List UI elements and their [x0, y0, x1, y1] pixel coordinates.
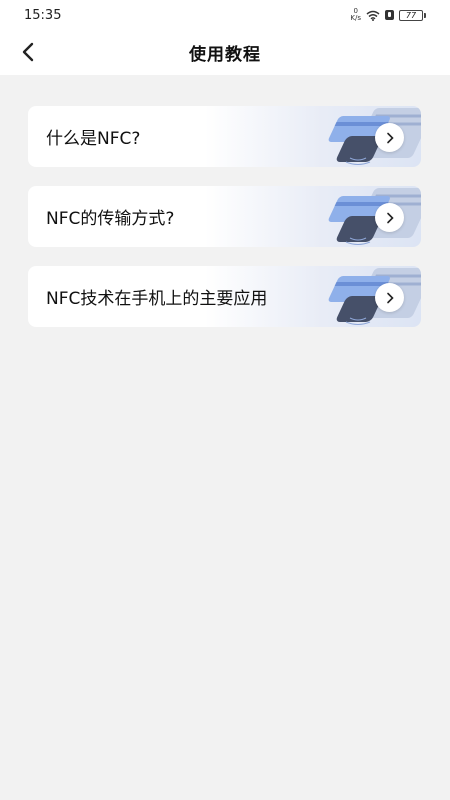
status-icons: 0 K/s 77: [350, 8, 426, 22]
battery-icon: 77: [399, 9, 426, 21]
tutorial-list: 什么是NFC? NFC的传输方式? NFC技术在手机上的主要应用: [28, 106, 421, 346]
page-title: 使用教程: [189, 45, 261, 65]
tutorial-card-nfc-phone-applications[interactable]: NFC技术在手机上的主要应用: [28, 266, 421, 327]
arrow-button[interactable]: [375, 203, 404, 232]
status-bar: 15:35 0 K/s 77: [0, 0, 450, 30]
tutorial-card-nfc-transfer-modes[interactable]: NFC的传输方式?: [28, 186, 421, 247]
chevron-right-icon: [386, 292, 394, 303]
arrow-button[interactable]: [375, 123, 404, 152]
network-speed: 0 K/s: [350, 7, 361, 22]
battery-level: 77: [399, 9, 423, 21]
tutorial-title: NFC的传输方式?: [46, 209, 175, 229]
wifi-icon: [366, 10, 380, 21]
tutorial-title: NFC技术在手机上的主要应用: [46, 289, 268, 309]
tutorial-card-what-is-nfc[interactable]: 什么是NFC?: [28, 106, 421, 167]
tutorial-title: 什么是NFC?: [46, 129, 141, 149]
nav-bar: 使用教程: [0, 30, 450, 75]
alarm-icon: [385, 10, 394, 20]
chevron-left-icon: [22, 42, 34, 62]
arrow-button[interactable]: [375, 283, 404, 312]
status-time: 15:35: [24, 7, 62, 23]
back-button[interactable]: [12, 36, 44, 68]
chevron-right-icon: [386, 212, 394, 223]
chevron-right-icon: [386, 132, 394, 143]
